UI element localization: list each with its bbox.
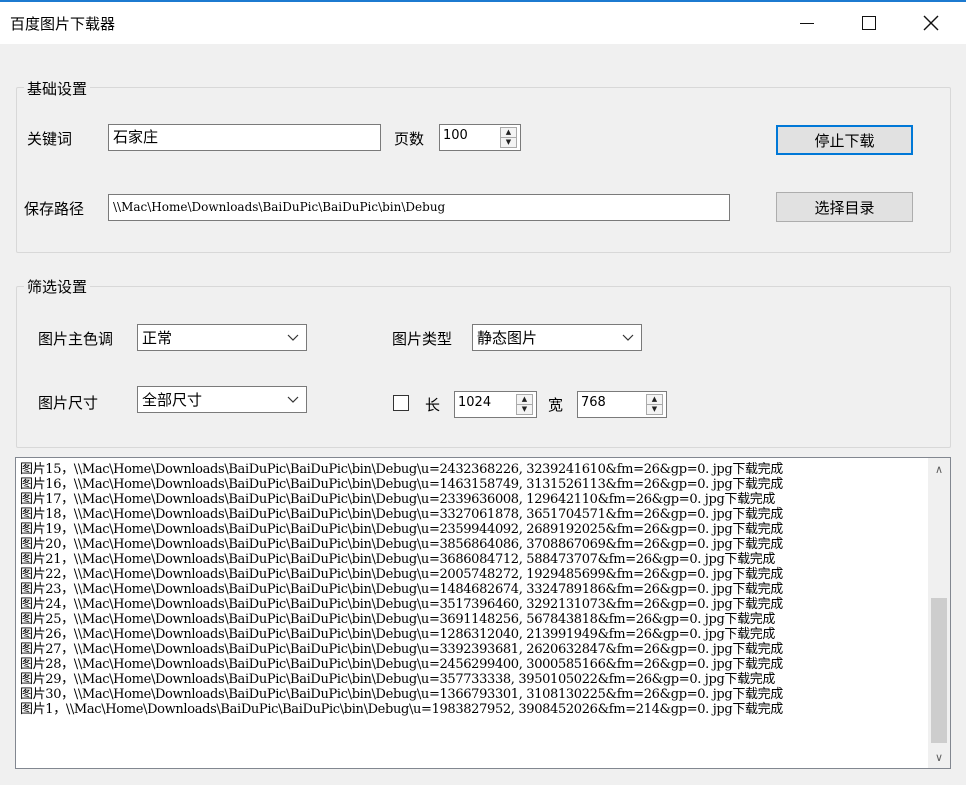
pages-spin[interactable]: ▲ ▼ <box>500 127 517 148</box>
basic-settings-label: 基础设置 <box>24 78 91 99</box>
log-line: 图片24，\\Mac\Home\Downloads\BaiDuPic\BaiDu… <box>20 597 783 612</box>
log-line: 图片16，\\Mac\Home\Downloads\BaiDuPic\BaiDu… <box>20 477 783 492</box>
close-button[interactable] <box>900 2 962 44</box>
type-label: 图片类型 <box>392 330 453 348</box>
maximize-button[interactable] <box>838 2 900 44</box>
keyword-input[interactable]: 石家庄 <box>108 124 381 151</box>
size-select[interactable]: 全部尺寸 <box>137 386 307 413</box>
log-line: 图片20，\\Mac\Home\Downloads\BaiDuPic\BaiDu… <box>20 537 783 552</box>
close-icon <box>923 15 939 31</box>
tone-label: 图片主色调 <box>38 330 114 348</box>
log-line: 图片28，\\Mac\Home\Downloads\BaiDuPic\BaiDu… <box>20 657 783 672</box>
filter-settings-label: 筛选设置 <box>24 276 91 297</box>
chevron-down-icon <box>287 396 299 403</box>
width-value: 768 <box>581 395 606 410</box>
scroll-thumb[interactable] <box>931 598 947 743</box>
length-stepper[interactable]: 1024 ▲ ▼ <box>454 391 537 418</box>
filter-settings-group <box>16 286 951 448</box>
log-line: 图片15，\\Mac\Home\Downloads\BaiDuPic\BaiDu… <box>20 462 783 477</box>
minimize-button[interactable] <box>776 2 838 44</box>
log-line: 图片29，\\Mac\Home\Downloads\BaiDuPic\BaiDu… <box>20 672 776 687</box>
tone-value: 正常 <box>142 329 173 347</box>
basic-settings-group <box>16 87 951 253</box>
download-log[interactable]: 图片15，\\Mac\Home\Downloads\BaiDuPic\BaiDu… <box>15 457 951 769</box>
width-stepper[interactable]: 768 ▲ ▼ <box>577 391 667 418</box>
choose-directory-button[interactable]: 选择目录 <box>776 192 913 222</box>
type-value: 静态图片 <box>477 329 538 347</box>
tone-select[interactable]: 正常 <box>137 324 307 351</box>
log-line: 图片21，\\Mac\Home\Downloads\BaiDuPic\BaiDu… <box>20 552 776 567</box>
keyword-label: 关键词 <box>27 130 73 148</box>
spin-up-icon[interactable]: ▲ <box>517 395 532 405</box>
pages-value: 100 <box>443 128 468 143</box>
chevron-down-icon <box>287 334 299 341</box>
spin-up-icon[interactable]: ▲ <box>647 395 662 405</box>
log-line: 图片22，\\Mac\Home\Downloads\BaiDuPic\BaiDu… <box>20 567 783 582</box>
scroll-down-icon[interactable]: ∨ <box>928 746 950 768</box>
window-title: 百度图片下载器 <box>10 15 116 33</box>
size-value: 全部尺寸 <box>142 391 203 409</box>
log-line: 图片19，\\Mac\Home\Downloads\BaiDuPic\BaiDu… <box>20 522 783 537</box>
log-line: 图片27，\\Mac\Home\Downloads\BaiDuPic\BaiDu… <box>20 642 783 657</box>
log-scrollbar[interactable]: ∧ ∨ <box>928 458 950 768</box>
spin-up-icon[interactable]: ▲ <box>501 128 516 138</box>
log-line: 图片18，\\Mac\Home\Downloads\BaiDuPic\BaiDu… <box>20 507 783 522</box>
maximize-icon <box>862 16 876 30</box>
size-label: 图片尺寸 <box>38 394 99 412</box>
scroll-up-icon[interactable]: ∧ <box>928 458 950 480</box>
title-bar: 百度图片下载器 <box>0 2 966 44</box>
log-line: 图片23，\\Mac\Home\Downloads\BaiDuPic\BaiDu… <box>20 582 783 597</box>
length-label: 长 <box>425 396 441 414</box>
width-spin[interactable]: ▲ ▼ <box>646 394 663 415</box>
width-label: 宽 <box>548 396 564 414</box>
minimize-icon <box>800 22 814 24</box>
log-line: 图片26，\\Mac\Home\Downloads\BaiDuPic\BaiDu… <box>20 627 776 642</box>
spin-down-icon[interactable]: ▼ <box>517 405 532 415</box>
save-path-label: 保存路径 <box>24 200 85 218</box>
spin-down-icon[interactable]: ▼ <box>647 405 662 415</box>
spin-down-icon[interactable]: ▼ <box>501 138 516 148</box>
log-line: 图片1，\\Mac\Home\Downloads\BaiDuPic\BaiDuP… <box>20 702 783 717</box>
length-value: 1024 <box>458 395 492 410</box>
stop-download-button[interactable]: 停止下载 <box>776 125 913 155</box>
log-lines: 图片15，\\Mac\Home\Downloads\BaiDuPic\BaiDu… <box>20 462 925 717</box>
chevron-down-icon <box>622 334 634 341</box>
custom-size-checkbox[interactable] <box>393 395 409 411</box>
log-line: 图片30，\\Mac\Home\Downloads\BaiDuPic\BaiDu… <box>20 687 783 702</box>
log-line: 图片25，\\Mac\Home\Downloads\BaiDuPic\BaiDu… <box>20 612 776 627</box>
pages-label: 页数 <box>394 130 425 148</box>
pages-stepper[interactable]: 100 ▲ ▼ <box>439 124 521 151</box>
save-path-input[interactable]: \\Mac\Home\Downloads\BaiDuPic\BaiDuPic\b… <box>108 194 730 221</box>
log-line: 图片17，\\Mac\Home\Downloads\BaiDuPic\BaiDu… <box>20 492 776 507</box>
length-spin[interactable]: ▲ ▼ <box>516 394 533 415</box>
type-select[interactable]: 静态图片 <box>472 324 642 351</box>
